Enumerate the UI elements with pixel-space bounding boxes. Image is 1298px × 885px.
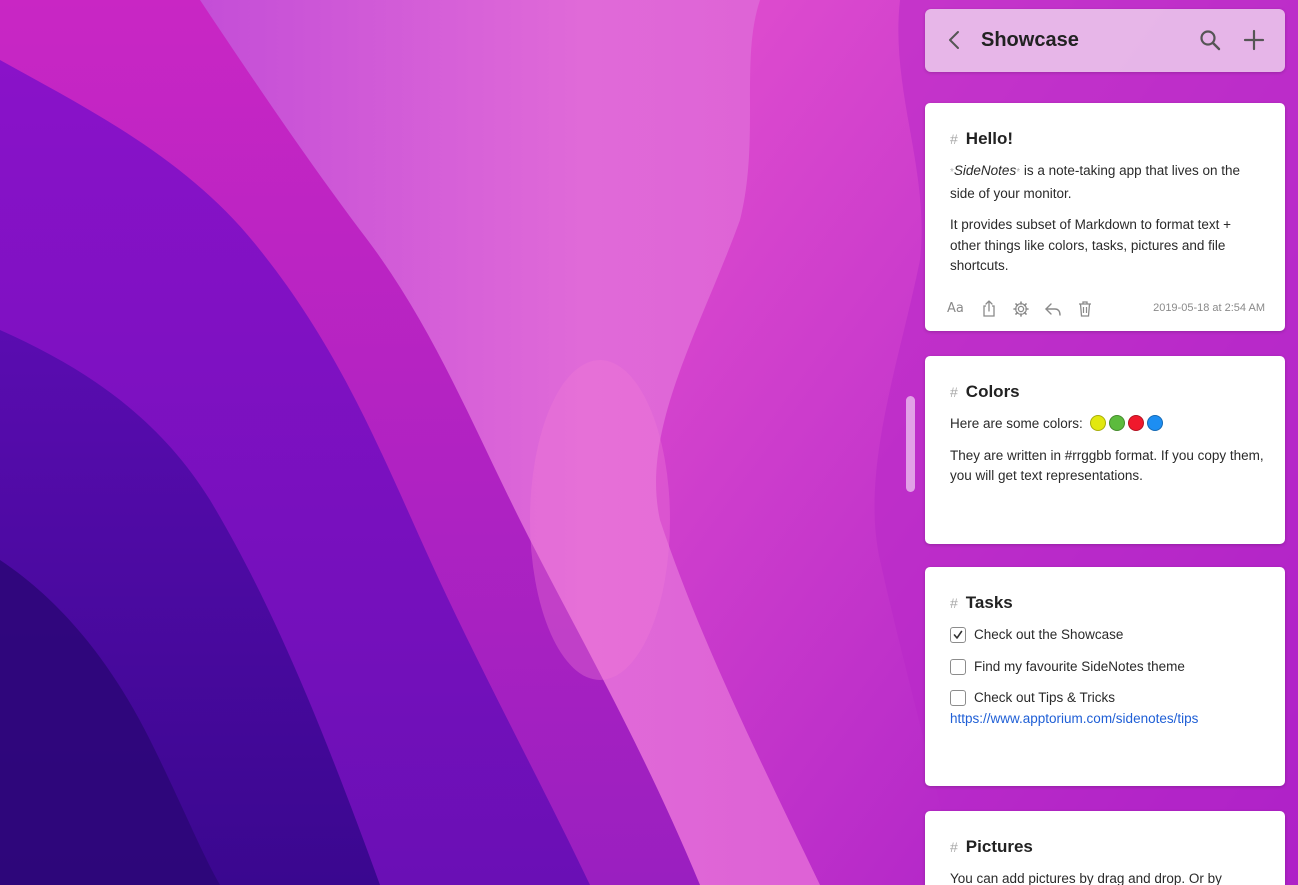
paragraph-text: Here are some colors: <box>950 416 1083 431</box>
hash-marker: # <box>950 839 958 855</box>
note-paragraph: You can add pictures by drag and drop. O… <box>950 871 1222 885</box>
share-icon <box>983 300 995 317</box>
font-icon: Aa <box>947 301 964 316</box>
page-title: Showcase <box>981 29 1079 51</box>
note-card[interactable]: # Pictures You can add pictures by drag a… <box>925 811 1285 885</box>
note-title: # Hello! <box>950 128 1265 150</box>
task-checkbox[interactable] <box>950 658 966 675</box>
note-paragraph: Here are some colors: <box>950 414 1265 435</box>
note-card[interactable]: # Tasks Check out the Showcase Find my fa… <box>925 567 1285 786</box>
delete-button[interactable] <box>1075 299 1095 319</box>
note-timestamp: 2019-05-18 at 2:54 AM <box>1153 302 1265 314</box>
note-title: # Colors <box>950 381 1265 403</box>
task-item: Find my favourite SideNotes theme <box>950 657 1265 678</box>
note-paragraph: It provides subset of Markdown to format… <box>950 217 1232 273</box>
sidenotes-header: Showcase <box>925 9 1285 72</box>
gear-icon <box>1013 301 1029 317</box>
chevron-left-icon <box>949 31 959 49</box>
hash-marker: # <box>950 131 958 147</box>
note-paragraph: They are written in #rrggbb format. If y… <box>950 447 1264 484</box>
text-format-button[interactable]: Aa <box>947 299 967 319</box>
task-label: Find my favourite SideNotes theme <box>974 658 1185 674</box>
note-card[interactable]: # Colors Here are some colors: They are w… <box>925 356 1285 544</box>
task-label: Check out Tips & Tricks <box>974 690 1116 705</box>
color-swatches <box>1087 415 1163 431</box>
reply-icon <box>1045 303 1061 316</box>
note-title: # Pictures <box>950 836 1265 858</box>
hash-marker: # <box>950 384 958 400</box>
tips-link[interactable]: https://www.apptorium.com/sidenotes/tips <box>950 711 1198 726</box>
note-title: # Tasks <box>950 592 1265 614</box>
note-paragraph: *SideNotes* is a note-taking app that li… <box>950 161 1265 204</box>
color-swatch[interactable] <box>1146 415 1163 431</box>
task-item: Check out Tips & Tricks https://www.appt… <box>950 688 1265 729</box>
task-checkbox[interactable] <box>950 690 966 706</box>
reply-button[interactable] <box>1043 299 1063 319</box>
color-swatch[interactable] <box>1089 415 1106 431</box>
note-title-text: Pictures <box>965 837 1033 856</box>
settings-button[interactable] <box>1011 299 1031 319</box>
note-title-text: Hello! <box>965 129 1014 148</box>
add-note-button[interactable] <box>1242 28 1266 52</box>
task-label: Check out the Showcase <box>974 627 1124 642</box>
color-swatch[interactable] <box>1127 415 1144 431</box>
share-button[interactable] <box>979 299 999 319</box>
search-button[interactable] <box>1198 28 1222 52</box>
checkmark-icon <box>953 630 963 639</box>
note-card[interactable]: # Hello! *SideNotes* is a note-taking app… <box>925 103 1285 331</box>
note-title-text: Tasks <box>965 593 1013 612</box>
trash-icon <box>1079 301 1091 317</box>
plus-icon <box>1243 29 1265 51</box>
search-icon <box>1200 30 1221 51</box>
app-name-text: SideNotes <box>953 163 1017 178</box>
note-title-text: Colors <box>965 382 1020 401</box>
scrollbar-thumb[interactable] <box>906 396 915 492</box>
hash-marker: # <box>950 595 958 611</box>
back-button[interactable] <box>943 28 967 52</box>
color-swatch[interactable] <box>1108 415 1125 431</box>
task-checkbox[interactable] <box>950 627 966 643</box>
note-toolbar: Aa 2019-05-18 at 2:54 AM <box>947 299 1265 319</box>
task-item: Check out the Showcase <box>950 625 1265 646</box>
